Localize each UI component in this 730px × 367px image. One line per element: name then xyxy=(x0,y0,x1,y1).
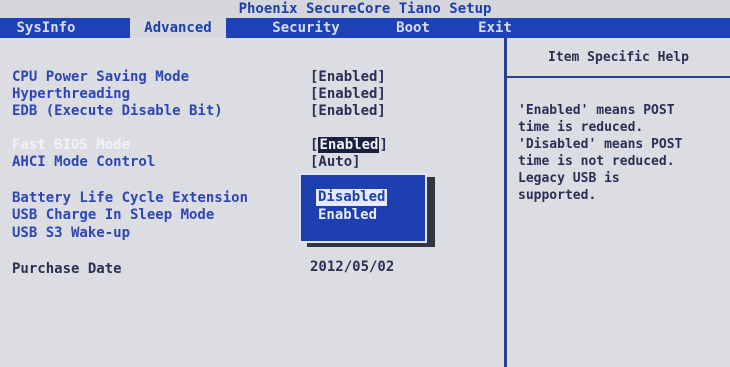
window-title: Phoenix SecureCore Tiano Setup xyxy=(0,0,730,18)
setting-edb[interactable]: EDB (Execute Disable Bit) xyxy=(12,102,223,120)
value-hyperthreading[interactable]: [Enabled] xyxy=(310,85,386,103)
tab-exit[interactable]: Exit xyxy=(470,18,520,38)
value-bracket-close: ] xyxy=(379,137,388,153)
value-fast-bios-highlight: Enabled xyxy=(318,137,380,153)
setting-battery-life-cycle[interactable]: Battery Life Cycle Extension xyxy=(12,189,248,207)
menu-bar: SysInfo Advanced Security Boot Exit xyxy=(0,18,730,38)
help-separator xyxy=(507,76,730,78)
panel-divider xyxy=(504,38,507,367)
setting-usb-charge-sleep[interactable]: USB Charge In Sleep Mode xyxy=(12,206,214,224)
help-title: Item Specific Help xyxy=(548,50,689,65)
option-popup: Disabled Enabled xyxy=(299,173,427,243)
popup-option-enabled[interactable]: Enabled xyxy=(318,207,377,224)
value-cpu-power-saving[interactable]: [Enabled] xyxy=(310,68,386,86)
setting-ahci-mode[interactable]: AHCI Mode Control xyxy=(12,153,155,171)
setting-fast-bios-mode[interactable]: Fast BIOS Mode xyxy=(12,136,130,154)
tab-boot[interactable]: Boot xyxy=(388,18,438,38)
setting-purchase-date: Purchase Date xyxy=(12,261,122,277)
value-edb[interactable]: [Enabled] xyxy=(310,102,386,120)
setting-cpu-power-saving[interactable]: CPU Power Saving Mode xyxy=(12,68,189,86)
setting-usb-s3-wakeup[interactable]: USB S3 Wake-up xyxy=(12,224,130,242)
help-text: 'Enabled' means POST time is reduced. 'D… xyxy=(518,103,683,203)
value-ahci-mode[interactable]: [Auto] xyxy=(310,153,361,171)
tab-sysinfo[interactable]: SysInfo xyxy=(6,18,86,38)
bios-screen: Phoenix SecureCore Tiano Setup SysInfo A… xyxy=(0,0,730,367)
value-purchase-date: 2012/05/02 xyxy=(310,259,395,275)
tab-advanced[interactable]: Advanced xyxy=(130,18,226,38)
setting-hyperthreading[interactable]: Hyperthreading xyxy=(12,85,130,103)
value-fast-bios-mode[interactable]: [Enabled] xyxy=(310,136,388,154)
tab-security[interactable]: Security xyxy=(262,18,350,38)
popup-option-disabled[interactable]: Disabled xyxy=(316,189,388,206)
